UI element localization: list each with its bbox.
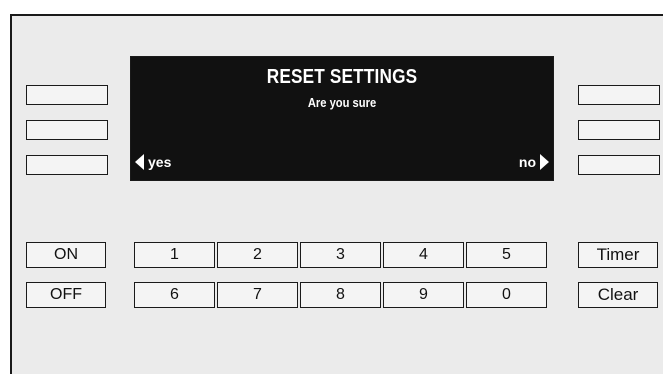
key-7[interactable]: 7 [217,282,298,308]
timer-button[interactable]: Timer [578,242,658,268]
key-8[interactable]: 8 [300,282,381,308]
key-1[interactable]: 1 [134,242,215,268]
yes-label: yes [148,154,172,170]
key-4[interactable]: 4 [383,242,464,268]
left-side-button-1[interactable] [26,85,108,105]
on-button[interactable]: ON [26,242,106,268]
display-title: RESET SETTINGS [266,66,418,88]
yes-softkey[interactable]: yes [135,153,171,171]
display-screen: RESET SETTINGS Are you sure yes no [130,56,554,181]
left-side-button-2[interactable] [26,120,108,140]
arrow-right-icon [540,154,549,170]
key-3[interactable]: 3 [300,242,381,268]
key-0[interactable]: 0 [466,282,547,308]
arrow-left-icon [135,154,144,170]
control-panel: RESET SETTINGS Are you sure yes no ON OF… [10,14,663,374]
right-side-button-2[interactable] [578,120,660,140]
no-label: no [518,154,536,170]
key-9[interactable]: 9 [383,282,464,308]
clear-button[interactable]: Clear [578,282,658,308]
right-side-button-1[interactable] [578,85,660,105]
key-6[interactable]: 6 [134,282,215,308]
off-button[interactable]: OFF [26,282,106,308]
no-softkey[interactable]: no [519,153,549,171]
display-subtitle: Are you sure [307,95,377,110]
key-2[interactable]: 2 [217,242,298,268]
left-side-button-3[interactable] [26,155,108,175]
right-side-button-3[interactable] [578,155,660,175]
key-5[interactable]: 5 [466,242,547,268]
